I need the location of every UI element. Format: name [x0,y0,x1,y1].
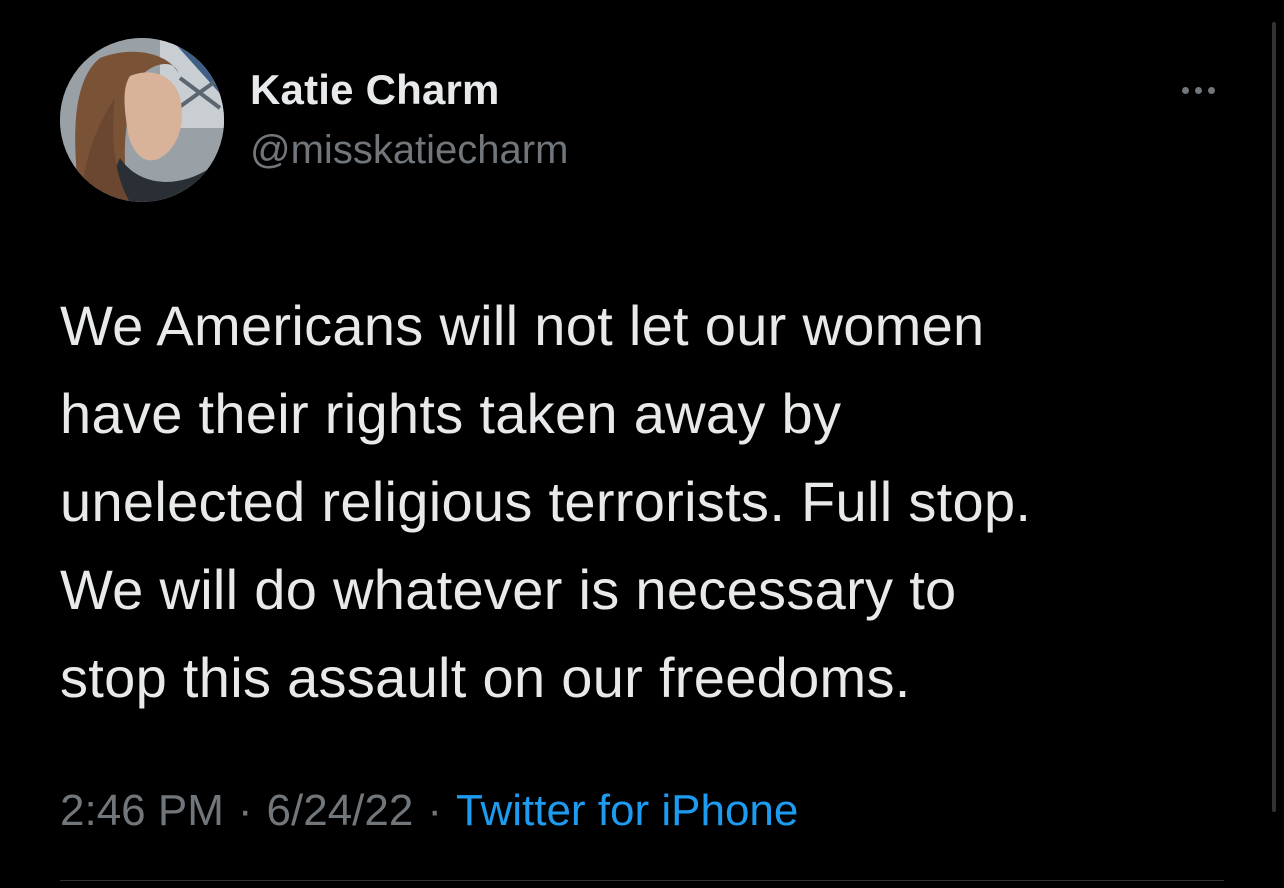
more-horizontal-icon-dot [1194,86,1202,94]
tweet-time[interactable]: 2:46 PM [60,786,224,835]
scrollbar[interactable] [1272,22,1276,812]
tweet-text-line: have their rights taken away by [60,382,842,445]
more-options-button[interactable] [1166,72,1230,108]
profile-photo-image [60,38,224,202]
divider [60,880,1224,881]
more-horizontal-icon-dot [1207,86,1215,94]
author-handle[interactable]: @misskatiecharm [250,128,568,173]
tweet-source-link[interactable]: Twitter for iPhone [456,786,798,835]
author-display-name[interactable]: Katie Charm [250,66,500,114]
avatar[interactable] [60,38,224,202]
meta-separator: · [237,786,253,835]
more-horizontal-icon [1181,86,1189,94]
tweet-text-line: We will do whatever is necessary to [60,558,957,621]
tweet-text-line: stop this assault on our freedoms. [60,646,911,709]
tweet-text: We Americans will not let our women have… [60,282,1240,722]
tweet-date[interactable]: 6/24/22 [267,786,414,835]
tweet-text-line: We Americans will not let our women [60,294,985,357]
tweet-text-line: unelected religious terrorists. Full sto… [60,470,1032,533]
meta-separator: · [427,786,442,835]
tweet-detail-view: Katie Charm @misskatiecharm We Americans… [0,0,1284,888]
tweet-metadata: 2:46 PM · 6/24/22 · Twitter for iPhone [60,786,798,836]
